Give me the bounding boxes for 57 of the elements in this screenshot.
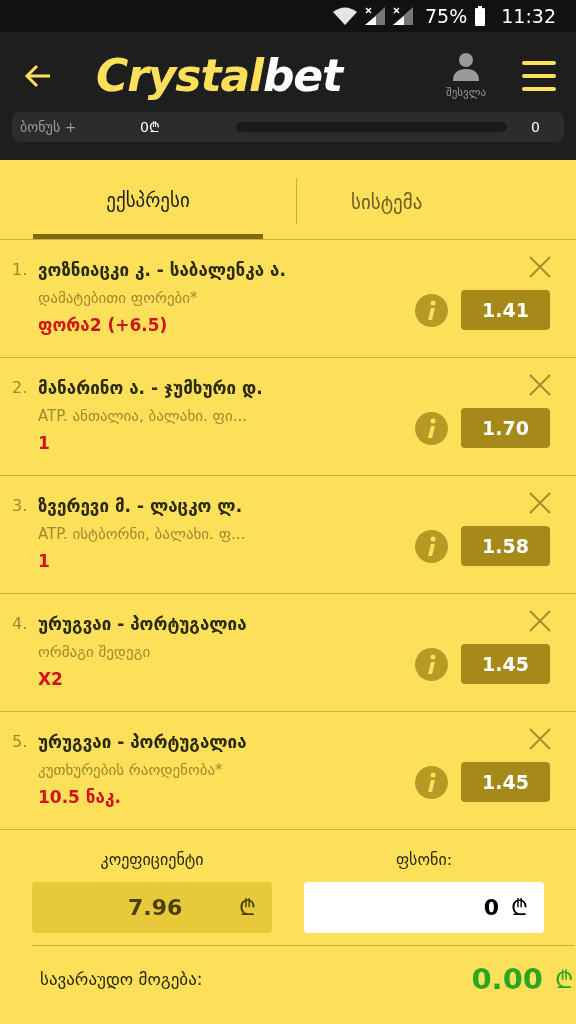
tab[interactable]: სისტემა xyxy=(297,166,576,239)
odds-button[interactable]: 1.58 xyxy=(461,526,550,566)
tab[interactable]: ექსპრესი xyxy=(33,166,263,239)
info-icon[interactable] xyxy=(415,529,448,563)
currency-symbol: ₾ xyxy=(555,964,574,996)
info-icon[interactable] xyxy=(415,647,448,681)
market-name: დამატებითი ფორები* xyxy=(38,288,199,308)
bonus-label: ბონუს + xyxy=(20,117,78,137)
match-title: ვოზნიაცკი კ. - საბალენკა ა. xyxy=(38,259,287,282)
coefficient-label: კოეფიციენტი xyxy=(100,849,204,871)
signal-icon xyxy=(393,7,413,25)
market-name: ATP. ისტბორნი, ბალახი. ფ... xyxy=(38,524,247,544)
clock: 11:32 xyxy=(501,3,556,29)
match-title: მანარინო ა. - ჯუმხური დ. xyxy=(38,377,264,400)
stake-label: ფსონი: xyxy=(395,849,453,871)
match-title: ზვერევი მ. - ლაცკო ლ. xyxy=(38,495,244,518)
info-icon[interactable] xyxy=(415,765,448,799)
battery-percent: 75% xyxy=(425,3,468,29)
menu-button[interactable] xyxy=(522,61,556,91)
bet-pick: 10.5 ნაკ. xyxy=(38,786,122,808)
battery-icon xyxy=(475,6,486,26)
odds-button[interactable]: 1.70 xyxy=(461,408,550,448)
logo: Crystalbet xyxy=(96,54,343,98)
bonus-count: 0 xyxy=(531,117,540,137)
potential-win-amount: 0.00 xyxy=(471,960,543,998)
stake-input[interactable]: 0 ₾ xyxy=(304,882,544,933)
wifi-icon xyxy=(333,7,357,25)
match-title: ურუგვაი - პორტუგალია xyxy=(38,731,248,754)
close-icon[interactable] xyxy=(529,610,551,632)
bet-number: 1. xyxy=(12,259,29,281)
close-icon[interactable] xyxy=(529,374,551,396)
odds-button[interactable]: 1.41 xyxy=(461,290,550,330)
bet-number: 5. xyxy=(12,731,29,753)
bet-pick: X2 xyxy=(38,668,64,690)
close-icon[interactable] xyxy=(529,256,551,278)
market-name: კუთხურების რაოდენობა* xyxy=(38,760,224,780)
market-name: ATP. ანთალია, ბალახი. ფი... xyxy=(38,406,249,426)
person-icon xyxy=(451,50,481,81)
odds-button[interactable]: 1.45 xyxy=(461,644,550,684)
info-icon[interactable] xyxy=(415,411,448,445)
login-button[interactable]: შესვლა xyxy=(446,50,486,102)
bet-pick: ფორა2 (+6.5) xyxy=(38,314,169,336)
bet-pick: 1 xyxy=(38,550,51,572)
bet-number: 3. xyxy=(12,495,29,517)
close-icon[interactable] xyxy=(529,728,551,750)
coefficient-field: 7.96 ₾ xyxy=(32,882,272,933)
bet-pick: 1 xyxy=(38,432,51,454)
signal-icon xyxy=(365,7,385,25)
match-title: ურუგვაი - პორტუგალია xyxy=(38,613,248,636)
close-icon[interactable] xyxy=(529,492,551,514)
odds-button[interactable]: 1.45 xyxy=(461,762,550,802)
info-icon[interactable] xyxy=(415,293,448,327)
market-name: ორმაგი შედეგი xyxy=(38,642,152,662)
bet-number: 2. xyxy=(12,377,29,399)
bet-number: 4. xyxy=(12,613,29,635)
bonus-amount: 0₾ xyxy=(140,117,161,137)
potential-win-label: სავარაუდო მოგება: xyxy=(40,967,204,991)
